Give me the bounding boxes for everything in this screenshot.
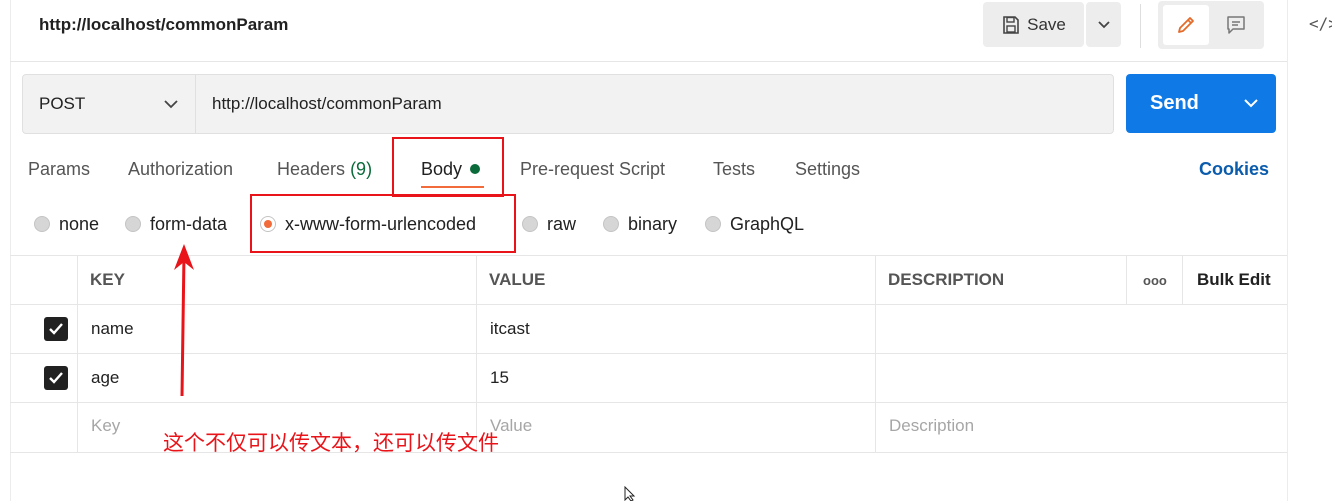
edit-mode-button[interactable]	[1163, 5, 1209, 45]
checkmark-icon	[49, 323, 63, 335]
comment-icon	[1227, 16, 1245, 34]
radio-circle[interactable]	[705, 216, 721, 232]
chevron-down-icon	[1097, 20, 1110, 28]
radio-binary[interactable]: binary	[603, 213, 677, 235]
tab-settings[interactable]: Settings	[795, 159, 860, 180]
pencil-icon	[1178, 17, 1194, 33]
table-col-border	[77, 255, 78, 452]
headers-count: (9)	[350, 159, 373, 179]
radio-circle[interactable]	[125, 216, 141, 232]
annotation-arrow	[174, 244, 194, 397]
page-left-border	[10, 0, 11, 501]
cookies-link[interactable]: Cookies	[1199, 159, 1269, 180]
chevron-down-icon[interactable]	[162, 94, 180, 114]
row-key[interactable]: name	[91, 319, 134, 339]
mouse-cursor-icon	[624, 486, 636, 501]
column-header-key: KEY	[90, 270, 125, 289]
radio-binary-label: binary	[628, 213, 678, 234]
annotation-text: 这个不仅可以传文本，还可以传文件	[163, 431, 499, 455]
radio-circle[interactable]	[522, 216, 538, 232]
save-label: Save	[1027, 14, 1066, 34]
radio-circle[interactable]	[34, 216, 50, 232]
radio-raw[interactable]: raw	[522, 213, 576, 235]
radio-raw-label: raw	[547, 213, 577, 234]
checkmark-icon	[49, 372, 63, 384]
radio-urlencoded-label: x-www-form-urlencoded	[285, 213, 477, 234]
table-col-border	[476, 255, 477, 452]
header-divider	[10, 61, 1287, 62]
url-input[interactable]	[197, 75, 1111, 133]
send-options-chevron-icon[interactable]	[1232, 90, 1272, 118]
radio-urlencoded[interactable]: x-www-form-urlencoded	[260, 213, 476, 235]
row-value[interactable]: itcast	[490, 319, 530, 339]
column-header-value: VALUE	[489, 270, 546, 289]
more-options-icon[interactable]: ooo	[1143, 273, 1167, 288]
new-description-input[interactable]: Description	[889, 416, 974, 436]
save-options-button[interactable]	[1086, 2, 1121, 47]
table-row-border	[10, 353, 1287, 354]
tab-tests[interactable]: Tests	[713, 159, 755, 180]
radio-graphql[interactable]: GraphQL	[705, 213, 804, 235]
tab-headers-label: Headers	[277, 159, 346, 179]
floppy-disk-icon	[1003, 15, 1019, 34]
new-key-input[interactable]: Key	[91, 416, 120, 436]
radio-none[interactable]: none	[34, 213, 99, 235]
comments-button[interactable]	[1212, 5, 1260, 45]
table-col-border	[1126, 255, 1127, 304]
send-label: Send	[1150, 92, 1199, 114]
tab-params[interactable]: Params	[28, 159, 90, 180]
bulk-edit-button[interactable]: Bulk Edit	[1197, 270, 1271, 290]
table-top-border	[10, 255, 1287, 256]
method-label: POST	[39, 94, 86, 113]
table-col-border	[1182, 255, 1183, 304]
table-col-border	[875, 255, 876, 452]
body-tab-highlight	[392, 137, 504, 197]
page-right-border	[1287, 0, 1288, 501]
tab-authorization[interactable]: Authorization	[128, 159, 233, 180]
radio-circle-selected[interactable]	[260, 216, 276, 232]
row-value[interactable]: 15	[490, 368, 509, 388]
row-checkbox[interactable]	[44, 317, 68, 341]
save-button[interactable]: Save	[983, 2, 1084, 47]
request-name[interactable]: http://localhost/commonParam	[39, 15, 288, 35]
table-header-border	[10, 304, 1287, 305]
row-checkbox[interactable]	[44, 366, 68, 390]
row-key[interactable]: age	[91, 368, 119, 388]
radio-none-label: none	[59, 213, 100, 234]
tab-headers[interactable]: Headers (9)	[277, 159, 372, 180]
code-snippet-icon[interactable]: </>	[1309, 14, 1332, 33]
radio-form-data-label: form-data	[150, 213, 228, 234]
tab-prerequest-script[interactable]: Pre-request Script	[520, 159, 665, 180]
column-header-description: DESCRIPTION	[888, 270, 1005, 289]
radio-selected-dot	[264, 220, 272, 228]
radio-form-data[interactable]: form-data	[125, 213, 227, 235]
radio-circle[interactable]	[603, 216, 619, 232]
table-row-border	[10, 402, 1287, 403]
radio-graphql-label: GraphQL	[730, 213, 805, 234]
toolbar-divider	[1140, 4, 1141, 48]
